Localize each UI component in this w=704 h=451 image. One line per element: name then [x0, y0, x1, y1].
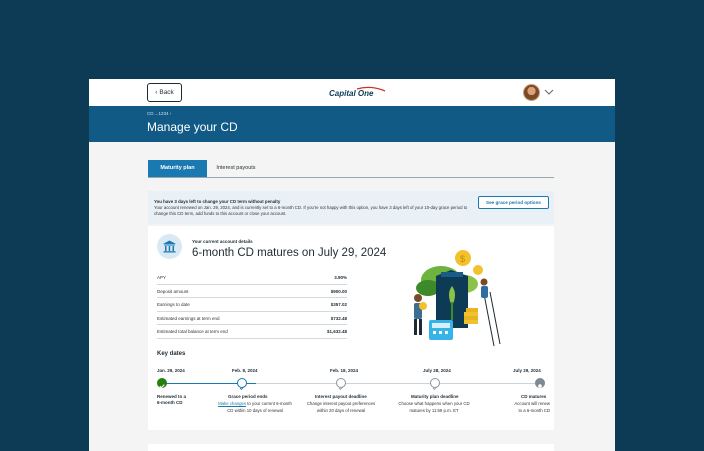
row-key: Deposit amount — [157, 288, 189, 294]
timeline-desc-text: Change interest payout preferences — [306, 401, 376, 406]
app-window: ‹ Back Capital One CD ...1234 › Manage yo… — [89, 79, 615, 451]
details-label: Your current account details — [192, 239, 253, 244]
see-grace-period-options-button[interactable]: See grace period options — [478, 196, 549, 209]
row-value: $1,632.48 — [326, 329, 347, 334]
back-button[interactable]: ‹ Back — [147, 83, 182, 102]
check-pending-icon — [336, 378, 346, 391]
timeline-desc-text: to your current 6-month — [247, 401, 292, 406]
table-row: Estimated total balance at term end $1,63… — [157, 325, 347, 339]
avatar[interactable] — [523, 84, 540, 101]
matures-title: 6-month CD matures on July 29, 2024 — [192, 247, 387, 259]
timeline-desc: Account will renew to a 6-month CD — [496, 401, 550, 414]
timeline-date: Feb. 18, 2024 — [330, 368, 359, 373]
make-changes-link[interactable]: Make changes — [218, 401, 246, 406]
tab-maturity-plan[interactable]: Maturity plan — [148, 160, 207, 177]
key-dates-label: Key dates — [157, 351, 186, 357]
timeline-desc-line2: CD within 10 days of renewal — [227, 407, 283, 413]
timeline-date: July 29, 2024 — [513, 368, 541, 373]
logo-text: Capital One — [329, 89, 374, 98]
timeline-title: CD matures — [521, 394, 547, 399]
timeline-desc: Change interest payout preferences within… — [298, 401, 384, 414]
svg-text:$: $ — [460, 254, 465, 264]
row-key: Estimated total balance at term end — [157, 329, 228, 334]
timeline-title: Interest payout deadline — [315, 394, 367, 399]
timeline-desc-text: Account will renew — [514, 401, 550, 406]
page-title: Manage your CD — [147, 120, 238, 134]
page-banner: CD ...1234 › Manage your CD — [89, 106, 615, 142]
capital-one-logo[interactable]: Capital One — [327, 86, 387, 99]
bank-icon — [157, 234, 182, 259]
timeline-title-line2: 6-month CD — [157, 400, 183, 405]
next-card — [148, 444, 554, 451]
tab-interest-payouts[interactable]: Interest payouts — [214, 160, 258, 177]
timeline-desc: Choose what happens when your CD matures … — [392, 401, 476, 414]
timeline-title: Grace period ends — [228, 394, 268, 399]
timeline-date: Feb. 8, 2024 — [232, 368, 258, 373]
row-value: $732.48 — [330, 315, 347, 321]
table-row: Earnings to date $357.02 — [157, 298, 347, 312]
row-value: 3.90% — [334, 275, 347, 280]
timeline-title: Maturity plan deadline — [411, 394, 459, 399]
timeline-desc-text: Choose what happens when your CD — [398, 401, 470, 406]
row-key: Estimated earnings at term end — [157, 315, 220, 321]
breadcrumb[interactable]: CD ...1234 › — [147, 111, 171, 116]
tab-bar: Maturity plan Interest payouts — [148, 160, 554, 178]
alert-body: Your account renewed on Jan. 29, 2024, a… — [154, 205, 468, 216]
row-value: $357.02 — [330, 302, 347, 307]
account-details-card: Your current account details 6-month CD … — [148, 226, 554, 430]
alert-title: You have 3 days left to change your CD t… — [154, 199, 281, 204]
row-value: $900.00 — [330, 288, 347, 294]
timeline-track — [162, 383, 540, 384]
timeline-desc: Make changes to your current 6-month CD w… — [210, 401, 300, 414]
check-complete-icon — [157, 378, 167, 389]
table-row: Estimated earnings at term end $732.48 — [157, 312, 347, 325]
timeline-date: July 28, 2024 — [423, 368, 451, 373]
chevron-down-icon[interactable] — [544, 88, 554, 96]
grace-period-alert: You have 3 days left to change your CD t… — [148, 191, 554, 224]
table-row: APY 3.90% — [157, 271, 347, 285]
timeline-desc-line2: to a 6-month CD — [518, 407, 550, 413]
account-details-table: APY 3.90% Deposit amount $900.00 Earnings … — [157, 271, 347, 339]
timeline-desc-line2: matures by 11:59 p.m. ET — [409, 407, 459, 413]
check-pending-icon — [430, 378, 440, 391]
timeline-date: Jan. 29, 2024 — [157, 368, 185, 373]
back-label: Back — [159, 89, 174, 96]
savings-illustration: $ — [414, 250, 501, 347]
timeline-desc-line2: within 20 days of renewal — [316, 407, 366, 413]
table-row: Deposit amount $900.00 — [157, 285, 347, 298]
top-bar: ‹ Back Capital One — [89, 79, 615, 106]
timeline-title: Renewed to a — [157, 394, 187, 399]
row-key: APY — [157, 275, 167, 280]
chevron-left-icon: ‹ — [155, 89, 158, 96]
row-key: Earnings to date — [157, 302, 190, 307]
check-active-icon — [237, 378, 247, 391]
maturity-dot-icon — [535, 378, 545, 388]
